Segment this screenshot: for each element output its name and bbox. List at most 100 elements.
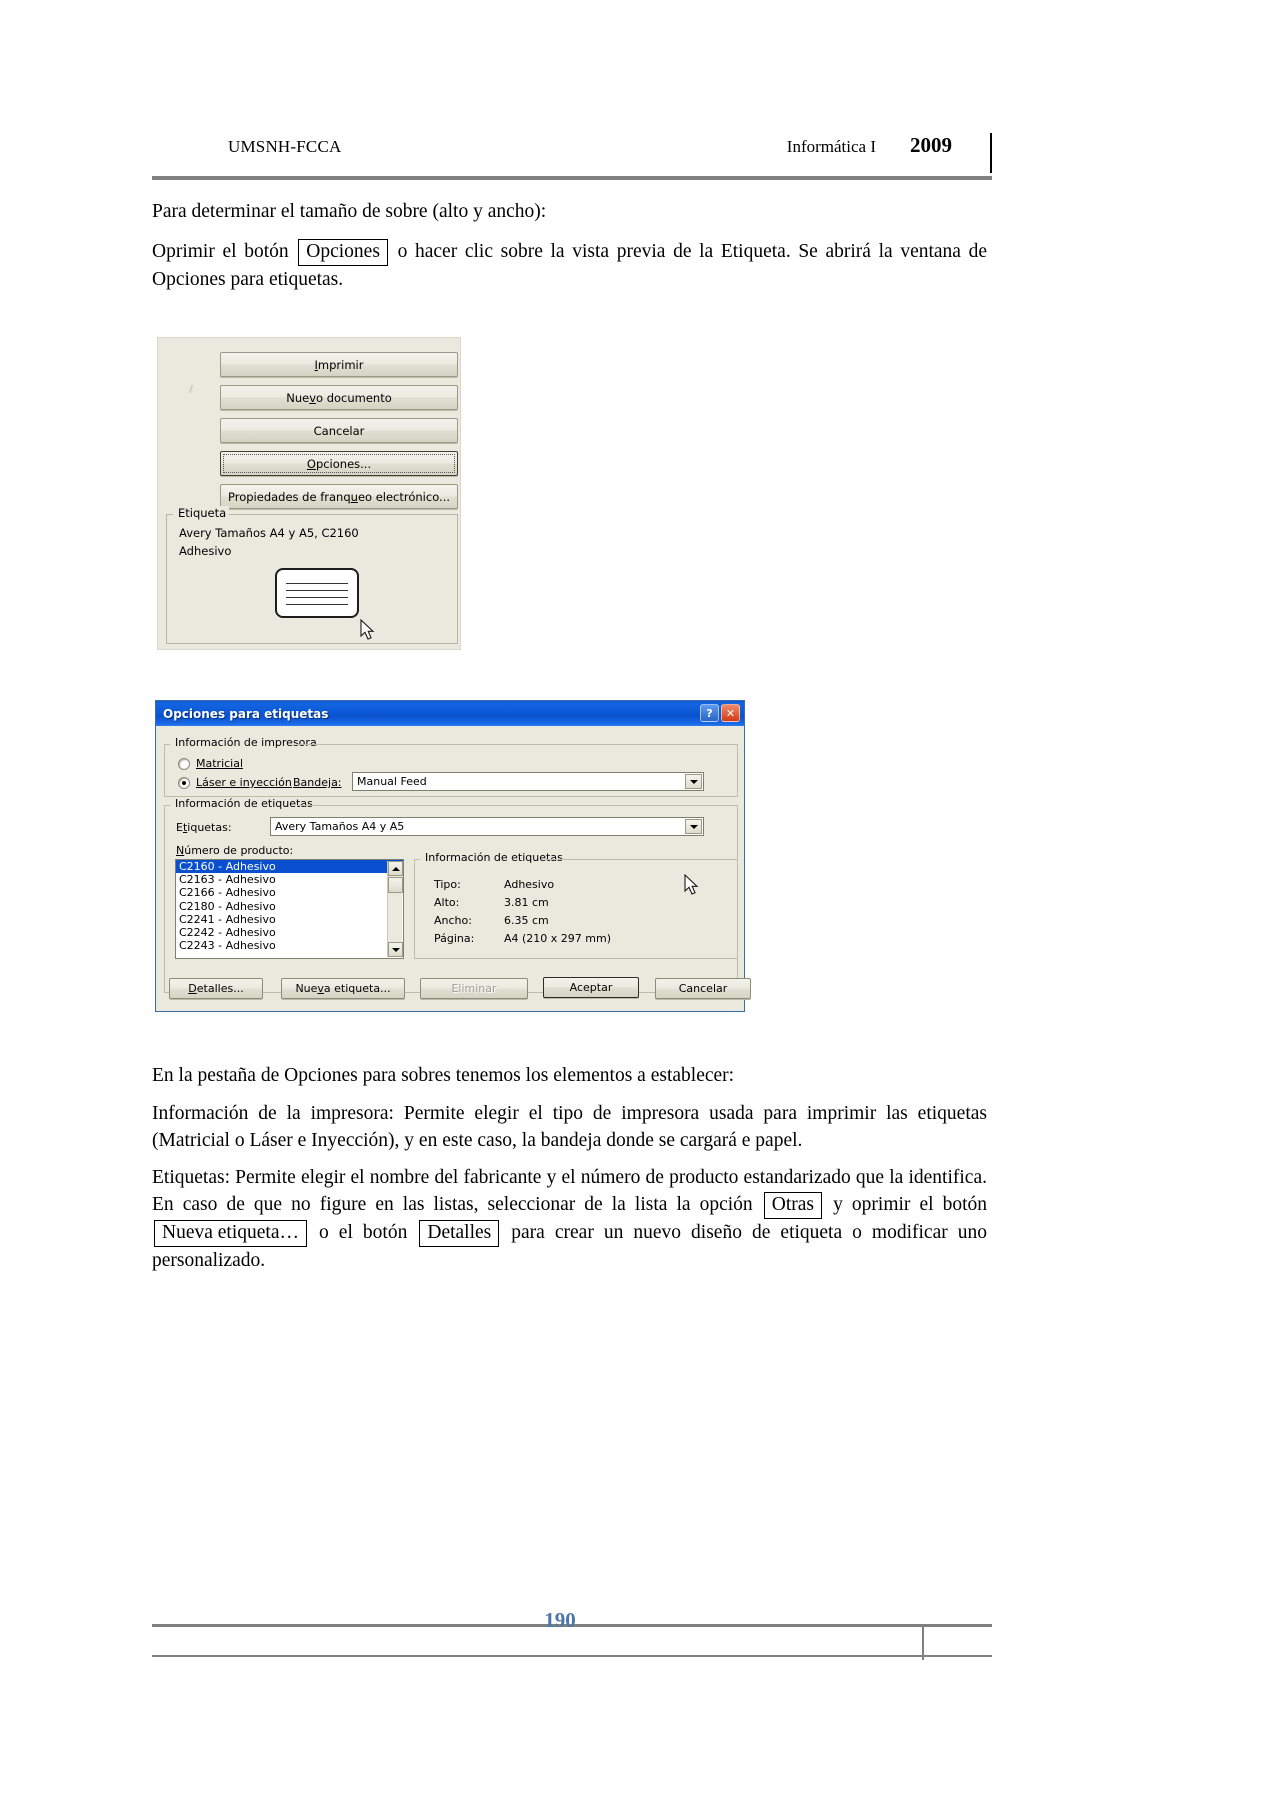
inline-button-opciones[interactable]: Opciones	[298, 239, 388, 266]
paragraph-etiquetas: Etiquetas: Permite elegir el nombre del …	[152, 1164, 987, 1274]
labels-combobox[interactable]: Avery Tamaños A4 y A5	[270, 817, 704, 836]
mouse-pointer-icon	[684, 874, 699, 895]
labels-field-label: Etiquetas:	[176, 821, 232, 834]
print-button[interactable]: Imprimir	[220, 352, 458, 377]
dialog-titlebar[interactable]: Opciones para etiquetas ? ✕	[156, 701, 744, 726]
product-list-item[interactable]: C2243 - Adhesivo	[176, 939, 403, 952]
new-label-button-label: Nueva etiqueta...	[295, 982, 391, 995]
label-detail-key: Ancho:	[434, 914, 472, 927]
paragraph-etiquetas-c: o el botón	[319, 1222, 408, 1243]
paragraph-etiquetas-b: y oprimir el botón	[833, 1194, 988, 1215]
groupbox-top-rule	[229, 514, 457, 515]
options-button[interactable]: Opciones...	[220, 451, 458, 476]
titlebar-buttons: ? ✕	[700, 704, 740, 722]
document-page: UMSNH-FCCA Informática I 2009 Para deter…	[0, 0, 1280, 1811]
paragraph-opciones: Oprimir el botón Opciones o hacer clic s…	[152, 238, 987, 293]
label-description-line1: Avery Tamaños A4 y A5, C2160	[179, 526, 359, 540]
dialog-title: Opciones para etiquetas	[163, 706, 329, 721]
radio-laser[interactable]	[178, 777, 190, 789]
tray-label: Bandeja:	[293, 776, 342, 789]
tray-combobox[interactable]: Manual Feed	[352, 772, 704, 791]
label-info-title: Información de etiquetas	[171, 797, 317, 810]
tray-dropdown-arrow[interactable]	[685, 774, 702, 789]
scroll-up-button[interactable]	[388, 861, 403, 876]
product-listbox[interactable]: C2160 - Adhesivo C2163 - Adhesivo C2166 - …	[175, 859, 404, 959]
paragraph-pestana: En la pestaña de Opciones para sobres te…	[152, 1065, 735, 1086]
close-icon[interactable]: ✕	[721, 704, 740, 722]
label-groupbox-rule	[297, 805, 737, 806]
paragraph-informacion: Información de la impresora: Permite ele…	[152, 1103, 987, 1151]
help-icon[interactable]: ?	[700, 704, 719, 722]
postage-properties-button[interactable]: Propiedades de franqueo electrónico...	[220, 484, 458, 509]
new-document-button-label: Nuevo documento	[286, 390, 392, 405]
tray-value: Manual Feed	[357, 775, 427, 788]
details-button-label: Detalles...	[188, 982, 244, 995]
options-button-label: Opciones...	[306, 456, 372, 471]
product-list-item[interactable]: C2160 - Adhesivo	[176, 860, 403, 874]
radio-matricial-label: Matricial	[196, 757, 243, 770]
tray-label-text: Bandeja:	[293, 776, 342, 789]
label-preview-line	[286, 583, 348, 584]
product-list-label: Número de producto:	[176, 844, 294, 857]
product-list-accel: N	[176, 844, 185, 857]
header-year: 2009	[910, 133, 952, 157]
chevron-down-icon	[689, 824, 698, 829]
label-preview-line	[286, 597, 348, 598]
header-institution: UMSNH-FCCA	[228, 137, 342, 156]
labels-value: Avery Tamaños A4 y A5	[275, 820, 405, 833]
label-detail-key: Alto:	[434, 896, 460, 909]
product-list-item[interactable]: C2180 - Adhesivo	[176, 900, 403, 913]
postage-properties-button-label: Propiedades de franqueo electrónico...	[228, 489, 450, 504]
new-label-button[interactable]: Nueva etiqueta...	[281, 978, 405, 999]
product-list-items: C2160 - Adhesivo C2163 - Adhesivo C2166 - …	[176, 860, 403, 952]
dialog-cancel-button-label: Cancelar	[678, 982, 728, 995]
panel-tick-mark	[188, 384, 194, 394]
radio-matricial[interactable]	[178, 758, 190, 770]
product-list-item[interactable]: C2241 - Adhesivo	[176, 913, 403, 926]
label-options-dialog: Opciones para etiquetas ? ✕ Información …	[155, 700, 751, 1012]
label-detail-value: Adhesivo	[504, 878, 555, 891]
printer-info-title: Información de impresora	[171, 736, 321, 749]
label-description-line2: Adhesivo	[179, 544, 232, 558]
accept-button-label: Aceptar	[569, 981, 613, 994]
print-panel-screenshot: Imprimir Nuevo documento Cancelar Opcion…	[157, 337, 461, 650]
scroll-down-button[interactable]	[388, 942, 403, 957]
label-detail-key: Página:	[434, 932, 475, 945]
label-detail-value: 6.35 cm	[504, 914, 549, 927]
label-preview-line	[286, 604, 348, 605]
inline-button-detalles[interactable]: Detalles	[419, 1220, 500, 1247]
labels-dropdown-arrow[interactable]	[685, 819, 702, 834]
dialog-body: Información de impresora Matricial Láser…	[156, 726, 751, 1011]
inline-button-otras[interactable]: Otras	[763, 1192, 823, 1219]
product-list-item[interactable]: C2242 - Adhesivo	[176, 926, 403, 939]
product-list-item[interactable]: C2163 - Adhesivo	[176, 873, 403, 886]
radio-laser-label: Láser e inyección	[196, 776, 292, 789]
radio-matricial-text: Matricial	[196, 757, 244, 770]
label-preview-line	[286, 590, 348, 591]
label-groupbox: Etiqueta Avery Tamaños A4 y A5, C2160 Ad…	[166, 506, 458, 644]
footer-rule-bottom	[152, 1655, 992, 1657]
scroll-thumb[interactable]	[388, 877, 403, 893]
label-preview-thumbnail[interactable]	[275, 568, 359, 618]
details-groupbox-rule	[545, 859, 737, 860]
list-scrollbar[interactable]	[387, 861, 403, 957]
labels-field-accel: t	[182, 821, 188, 834]
label-details-title: Información de etiquetas	[421, 851, 567, 864]
header-rule	[152, 176, 992, 180]
label-groupbox-title: Etiqueta	[175, 506, 230, 520]
mouse-pointer-icon	[360, 619, 375, 640]
label-detail-value: A4 (210 x 297 mm)	[504, 932, 612, 945]
accept-button[interactable]: Aceptar	[543, 977, 639, 998]
chevron-down-icon	[689, 779, 698, 784]
inline-button-nueva-etiqueta[interactable]: Nueva etiqueta…	[154, 1220, 307, 1247]
header-course: Informática I	[786, 137, 876, 156]
chevron-up-icon	[391, 866, 400, 871]
details-button[interactable]: Detalles...	[169, 978, 263, 999]
label-detail-value: 3.81 cm	[504, 896, 549, 909]
new-document-button[interactable]: Nuevo documento	[220, 385, 458, 410]
product-list-item[interactable]: C2166 - Adhesivo	[176, 886, 403, 899]
cancel-button[interactable]: Cancelar	[220, 418, 458, 443]
label-detail-key: Tipo:	[434, 878, 461, 891]
delete-button-label: Eliminar	[451, 982, 497, 995]
dialog-cancel-button[interactable]: Cancelar	[655, 978, 751, 999]
